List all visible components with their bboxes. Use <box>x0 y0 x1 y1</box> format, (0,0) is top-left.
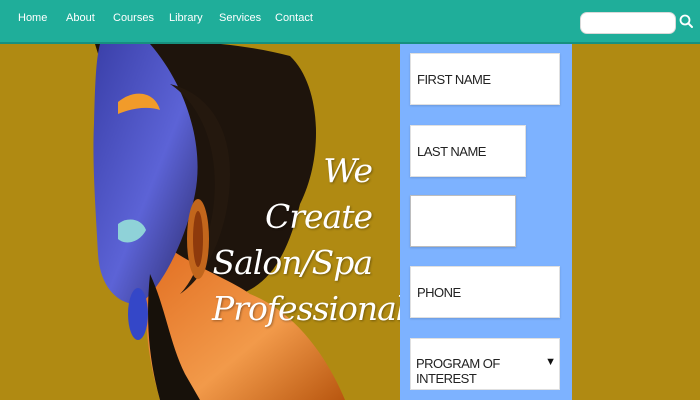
nav-link-courses[interactable]: Courses <box>113 12 154 24</box>
nav-link-home[interactable]: Home <box>18 12 47 24</box>
email-field[interactable] <box>410 195 516 247</box>
chevron-down-icon[interactable]: ▼ <box>545 356 556 368</box>
headline-line-2: Salon/Spa <box>212 243 373 282</box>
program-of-interest-select[interactable]: PROGRAM OF INTEREST ▼ <box>410 338 560 390</box>
signup-form-panel: PROGRAM OF INTEREST ▼ <box>400 44 572 400</box>
hero-headline: We Create Salon/Spa Professionals <box>212 148 422 332</box>
hero-section: We Create Salon/Spa Professionals PROGRA… <box>0 44 700 400</box>
select-label: PROGRAM OF INTEREST <box>416 356 500 386</box>
headline-line-1: We Create <box>264 151 373 236</box>
nav-link-library[interactable]: Library <box>169 12 203 24</box>
background-strip <box>572 44 700 400</box>
top-nav-bar: Home About Courses Library Services Cont… <box>0 0 700 44</box>
headline-line-3: Professionals <box>212 289 422 328</box>
phone-field[interactable] <box>410 266 560 318</box>
nav-link-contact[interactable]: Contact <box>275 12 313 24</box>
first-name-field[interactable] <box>410 53 560 105</box>
last-name-field[interactable] <box>410 125 526 177</box>
nav-link-services[interactable]: Services <box>219 12 261 24</box>
nav-link-about[interactable]: About <box>66 12 95 24</box>
search-input[interactable] <box>580 12 676 34</box>
search-icon[interactable] <box>678 12 696 32</box>
